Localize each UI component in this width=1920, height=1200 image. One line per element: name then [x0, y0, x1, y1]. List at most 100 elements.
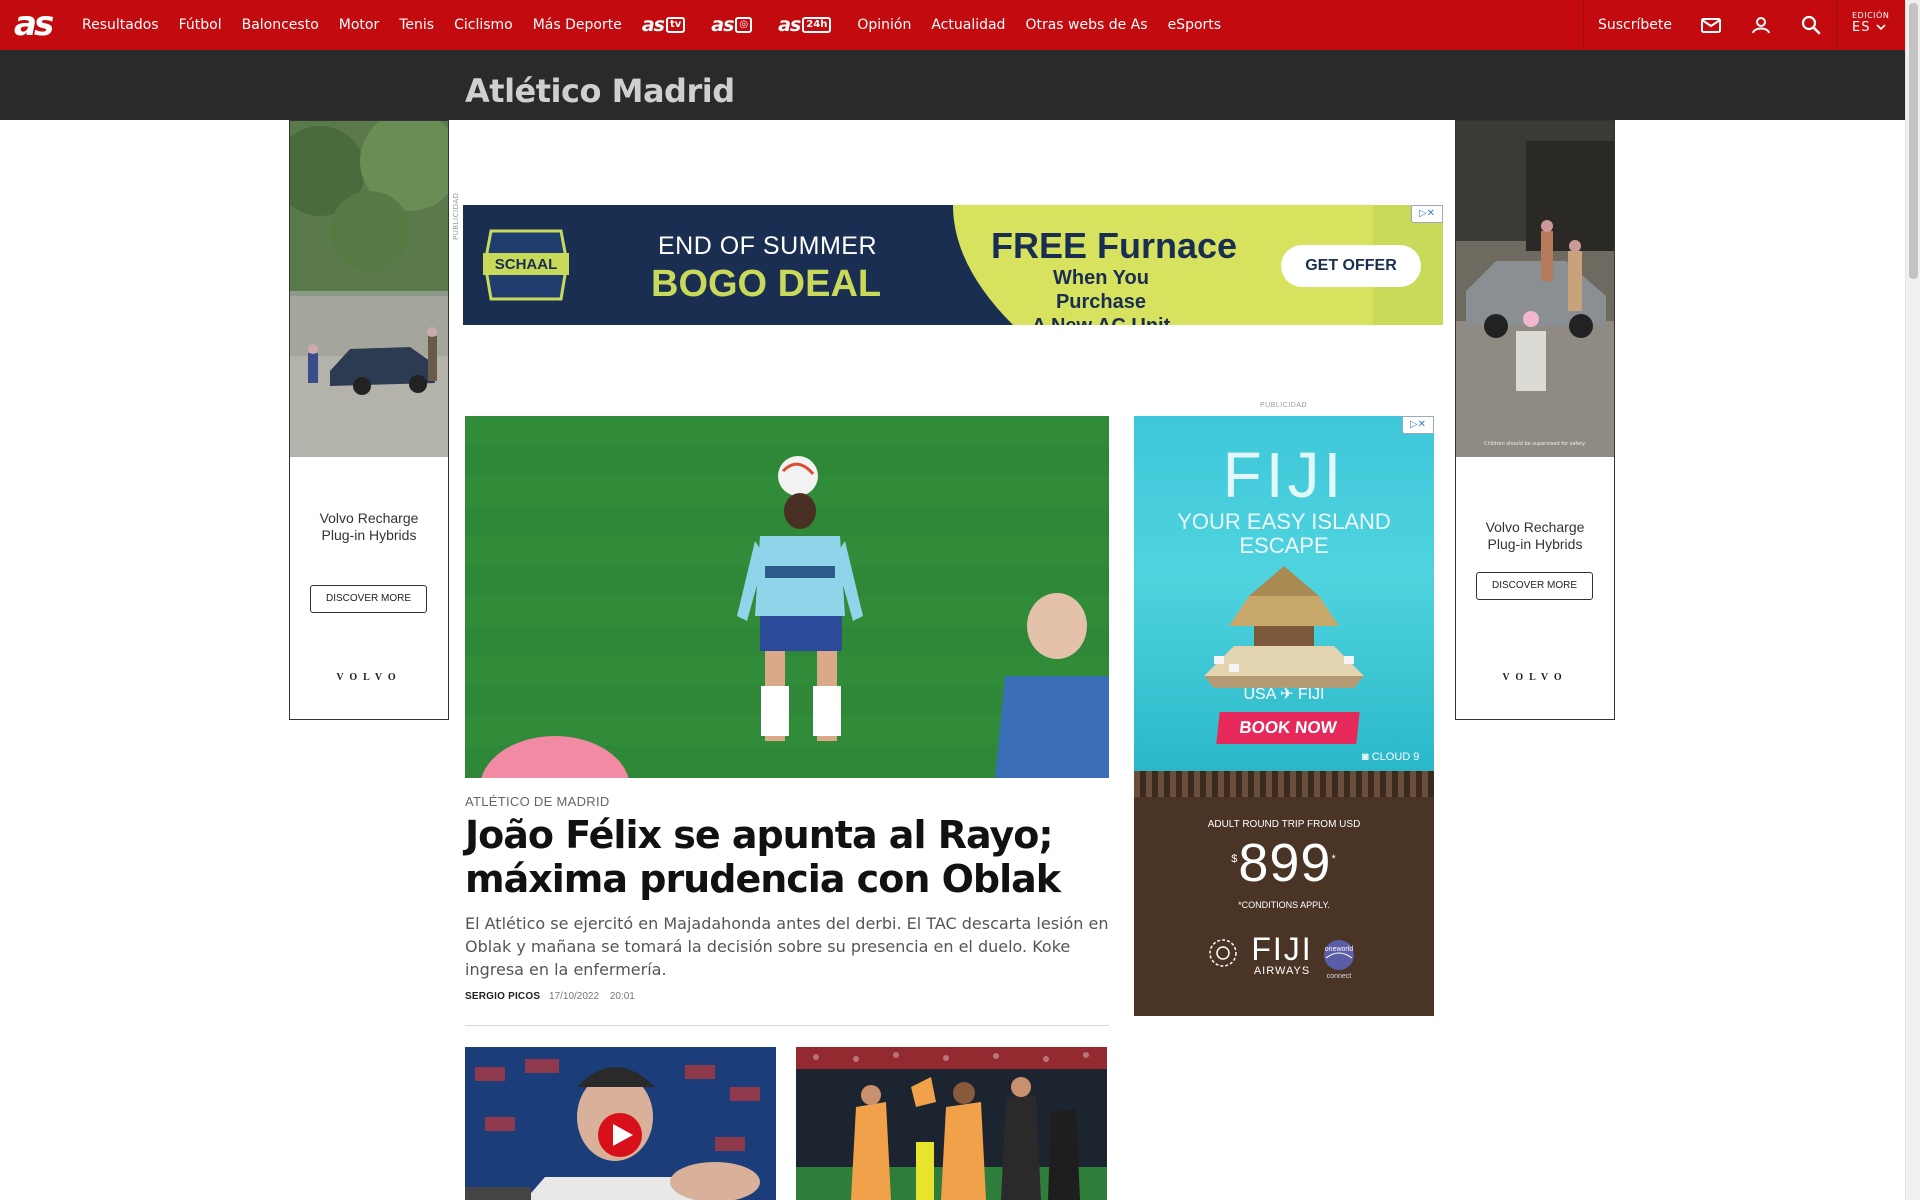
publicidad-label-banner: PUBLICIDAD	[452, 192, 460, 240]
scrollbar-thumb[interactable]	[1909, 3, 1918, 279]
top-navigation-bar: as Resultados Fútbol Baloncesto Motor Te…	[0, 0, 1905, 50]
oneworld-connect-label: connect	[1326, 973, 1352, 980]
fiji-conditions: *CONDITIONS APPLY.	[1238, 900, 1330, 910]
banner-line-end-of-summer: END OF SUMMER	[658, 232, 877, 260]
as-tv-wordmark: as	[641, 14, 665, 36]
edition-selector[interactable]: EDICIÓN ES	[1852, 11, 1889, 35]
fiji-airways-ad[interactable]: FIJI YOUR EASY ISLAND ESCAPE USA ✈ FIJI …	[1134, 416, 1434, 1016]
right-skyscraper-ad[interactable]: Volvo Recharge Plug-in Hybrids DISCOVER …	[1455, 120, 1615, 720]
fiji-airways-wordmark: FIJI	[1251, 931, 1313, 967]
fiji-price-label: ADULT ROUND TRIP FROM USD	[1207, 819, 1361, 830]
hero-article-image[interactable]	[465, 416, 1109, 778]
page-scrollbar[interactable]	[1905, 0, 1920, 1200]
menu-item-mas-deporte[interactable]: Más Deporte	[533, 17, 622, 33]
discover-more-button-left[interactable]: DISCOVER MORE	[310, 585, 427, 613]
banner-line-free-furnace: FREE Furnace	[991, 225, 1238, 266]
fiji-subtitle: YOUR EASY ISLAND ESCAPE	[1134, 510, 1434, 558]
as-24h-wordmark: as	[778, 14, 801, 36]
fiji-airways-sub: AIRWAYS	[1253, 965, 1311, 977]
volvo-headline-line2: Plug-in Hybrids	[321, 527, 417, 543]
menu-item-futbol[interactable]: Fútbol	[179, 17, 222, 33]
menu-item-motor[interactable]: Motor	[339, 17, 379, 33]
volvo-logo-right: VOLVO	[1502, 672, 1568, 683]
volvo-headline-left: Volvo Recharge Plug-in Hybrids	[290, 510, 448, 544]
menu-item-resultados[interactable]: Resultados	[82, 17, 159, 33]
user-icon[interactable]	[1749, 13, 1773, 37]
volvo-ad-photo-right	[1456, 121, 1614, 457]
fiji-title: FIJI	[1222, 439, 1346, 511]
oneworld-globe-icon	[1324, 940, 1354, 970]
adchoices-close-icon-mpu[interactable]: ▷✕	[1402, 416, 1434, 434]
schaal-banner-ad[interactable]: SCHAAL END OF SUMMER BOGO DEAL FREE Furn…	[463, 205, 1443, 325]
as-tv-link[interactable]: as tv	[641, 14, 686, 36]
fiji-subtitle-line2: ESCAPE	[1239, 533, 1329, 558]
chevron-down-icon	[1876, 24, 1886, 31]
menu-item-actualidad[interactable]: Actualidad	[931, 17, 1005, 33]
fiji-price-mark: *	[1331, 853, 1337, 865]
oneworld-wordmark: oneworld	[1324, 946, 1354, 953]
menu-item-ciclismo[interactable]: Ciclismo	[454, 17, 513, 33]
volvo-headline-line2-right: Plug-in Hybrids	[1487, 536, 1583, 552]
fiji-price-value: 899	[1238, 833, 1332, 893]
fiji-airways-logo: FIJI AIRWAYS	[1242, 933, 1322, 977]
article-date: 17/10/2022	[548, 991, 600, 1002]
adchoices-close-icon[interactable]: ▷✕	[1411, 205, 1443, 223]
main-menu: Resultados Fútbol Baloncesto Motor Tenis…	[82, 0, 1241, 50]
fiji-price: $899*	[1134, 832, 1434, 894]
fiji-photo-credit-text: CLOUD 9	[1371, 751, 1420, 763]
article-time: 20:01	[609, 991, 635, 1002]
as-tv-tag: tv	[665, 17, 686, 33]
article-summary: El Atlético se ejercitó en Majadahonda a…	[465, 914, 1109, 979]
menu-item-opinion[interactable]: Opinión	[857, 17, 911, 33]
fiji-subtitle-line1: YOUR EASY ISLAND	[1177, 509, 1391, 534]
banner-line-new-ac-unit: A New AC Unit	[1011, 314, 1191, 325]
edition-label: EDICIÓN	[1852, 11, 1890, 20]
discover-more-button-right[interactable]: DISCOVER MORE	[1476, 572, 1593, 600]
volvo-headline-right: Volvo Recharge Plug-in Hybrids	[1456, 519, 1614, 553]
fiji-photo-credit: ◙ CLOUD 9	[1362, 751, 1419, 763]
menu-item-tenis[interactable]: Tenis	[399, 17, 434, 33]
as-foto-link[interactable]: as ◎	[711, 14, 753, 36]
banner-line-when-you-purchase: When You Purchase	[1053, 267, 1149, 313]
volvo-headline-line1: Volvo Recharge	[319, 510, 419, 526]
camera-icon: ◙	[1362, 751, 1372, 763]
edition-code: ES	[1852, 20, 1871, 35]
video-thumbnail-simeone[interactable]	[465, 1047, 776, 1200]
camera-icon: ◎	[735, 17, 753, 33]
menu-item-esports[interactable]: eSports	[1168, 17, 1222, 33]
left-skyscraper-ad[interactable]: Volvo Recharge Plug-in Hybrids DISCOVER …	[289, 120, 449, 720]
volvo-logo-left: VOLVO	[336, 672, 402, 683]
as-24h-link[interactable]: as 24h	[778, 14, 832, 36]
as-foto-wordmark: as	[711, 14, 734, 36]
fiji-route: USA ✈ FIJI	[1243, 686, 1325, 703]
volvo-headline-line1-right: Volvo Recharge	[1485, 519, 1585, 535]
search-icon[interactable]	[1799, 13, 1823, 37]
get-offer-button[interactable]: GET OFFER	[1281, 245, 1421, 287]
subscribe-link[interactable]: Suscríbete	[1598, 0, 1672, 50]
schaal-logo-text: SCHAAL	[494, 256, 558, 273]
section-title: Atlético Madrid	[465, 72, 735, 110]
publicidad-label-mpu: PUBLICIDAD	[1260, 402, 1308, 409]
mail-icon[interactable]	[1699, 13, 1723, 37]
article-headline[interactable]: João Félix se apunta al Rayo; máxima pru…	[465, 813, 1115, 901]
article-author[interactable]: SERGIO PICOS	[465, 991, 540, 1002]
as-24h-tag: 24h	[802, 17, 832, 33]
menu-item-otras-webs[interactable]: Otras webs de As	[1025, 17, 1147, 33]
article-divider	[465, 1025, 1109, 1026]
nav-divider	[1583, 0, 1584, 50]
volvo-disclaimer: Children should be supervised for safety…	[1483, 441, 1587, 447]
banner-line-purchase: When You Purchase A New AC Unit	[1011, 266, 1191, 325]
article-kicker[interactable]: ATLÉTICO DE MADRID	[465, 794, 610, 809]
book-now-button[interactable]: BOOK NOW	[1216, 712, 1360, 744]
as-logo[interactable]: as	[14, 6, 54, 42]
banner-line-bogo-deal: BOGO DEAL	[651, 263, 882, 305]
edition-value: ES	[1852, 20, 1889, 35]
thumbnail-match-photo[interactable]	[796, 1047, 1107, 1200]
fiji-ad-tapa-pattern	[1134, 771, 1434, 797]
article-meta: SERGIO PICOS 17/10/2022 20:01	[465, 991, 635, 1002]
volvo-ad-photo-left	[290, 121, 448, 457]
nav-divider-edition	[1836, 0, 1837, 50]
section-header: Atlético Madrid	[0, 50, 1905, 120]
menu-item-baloncesto[interactable]: Baloncesto	[242, 17, 319, 33]
fiji-airways-emblem-icon	[1209, 939, 1237, 967]
